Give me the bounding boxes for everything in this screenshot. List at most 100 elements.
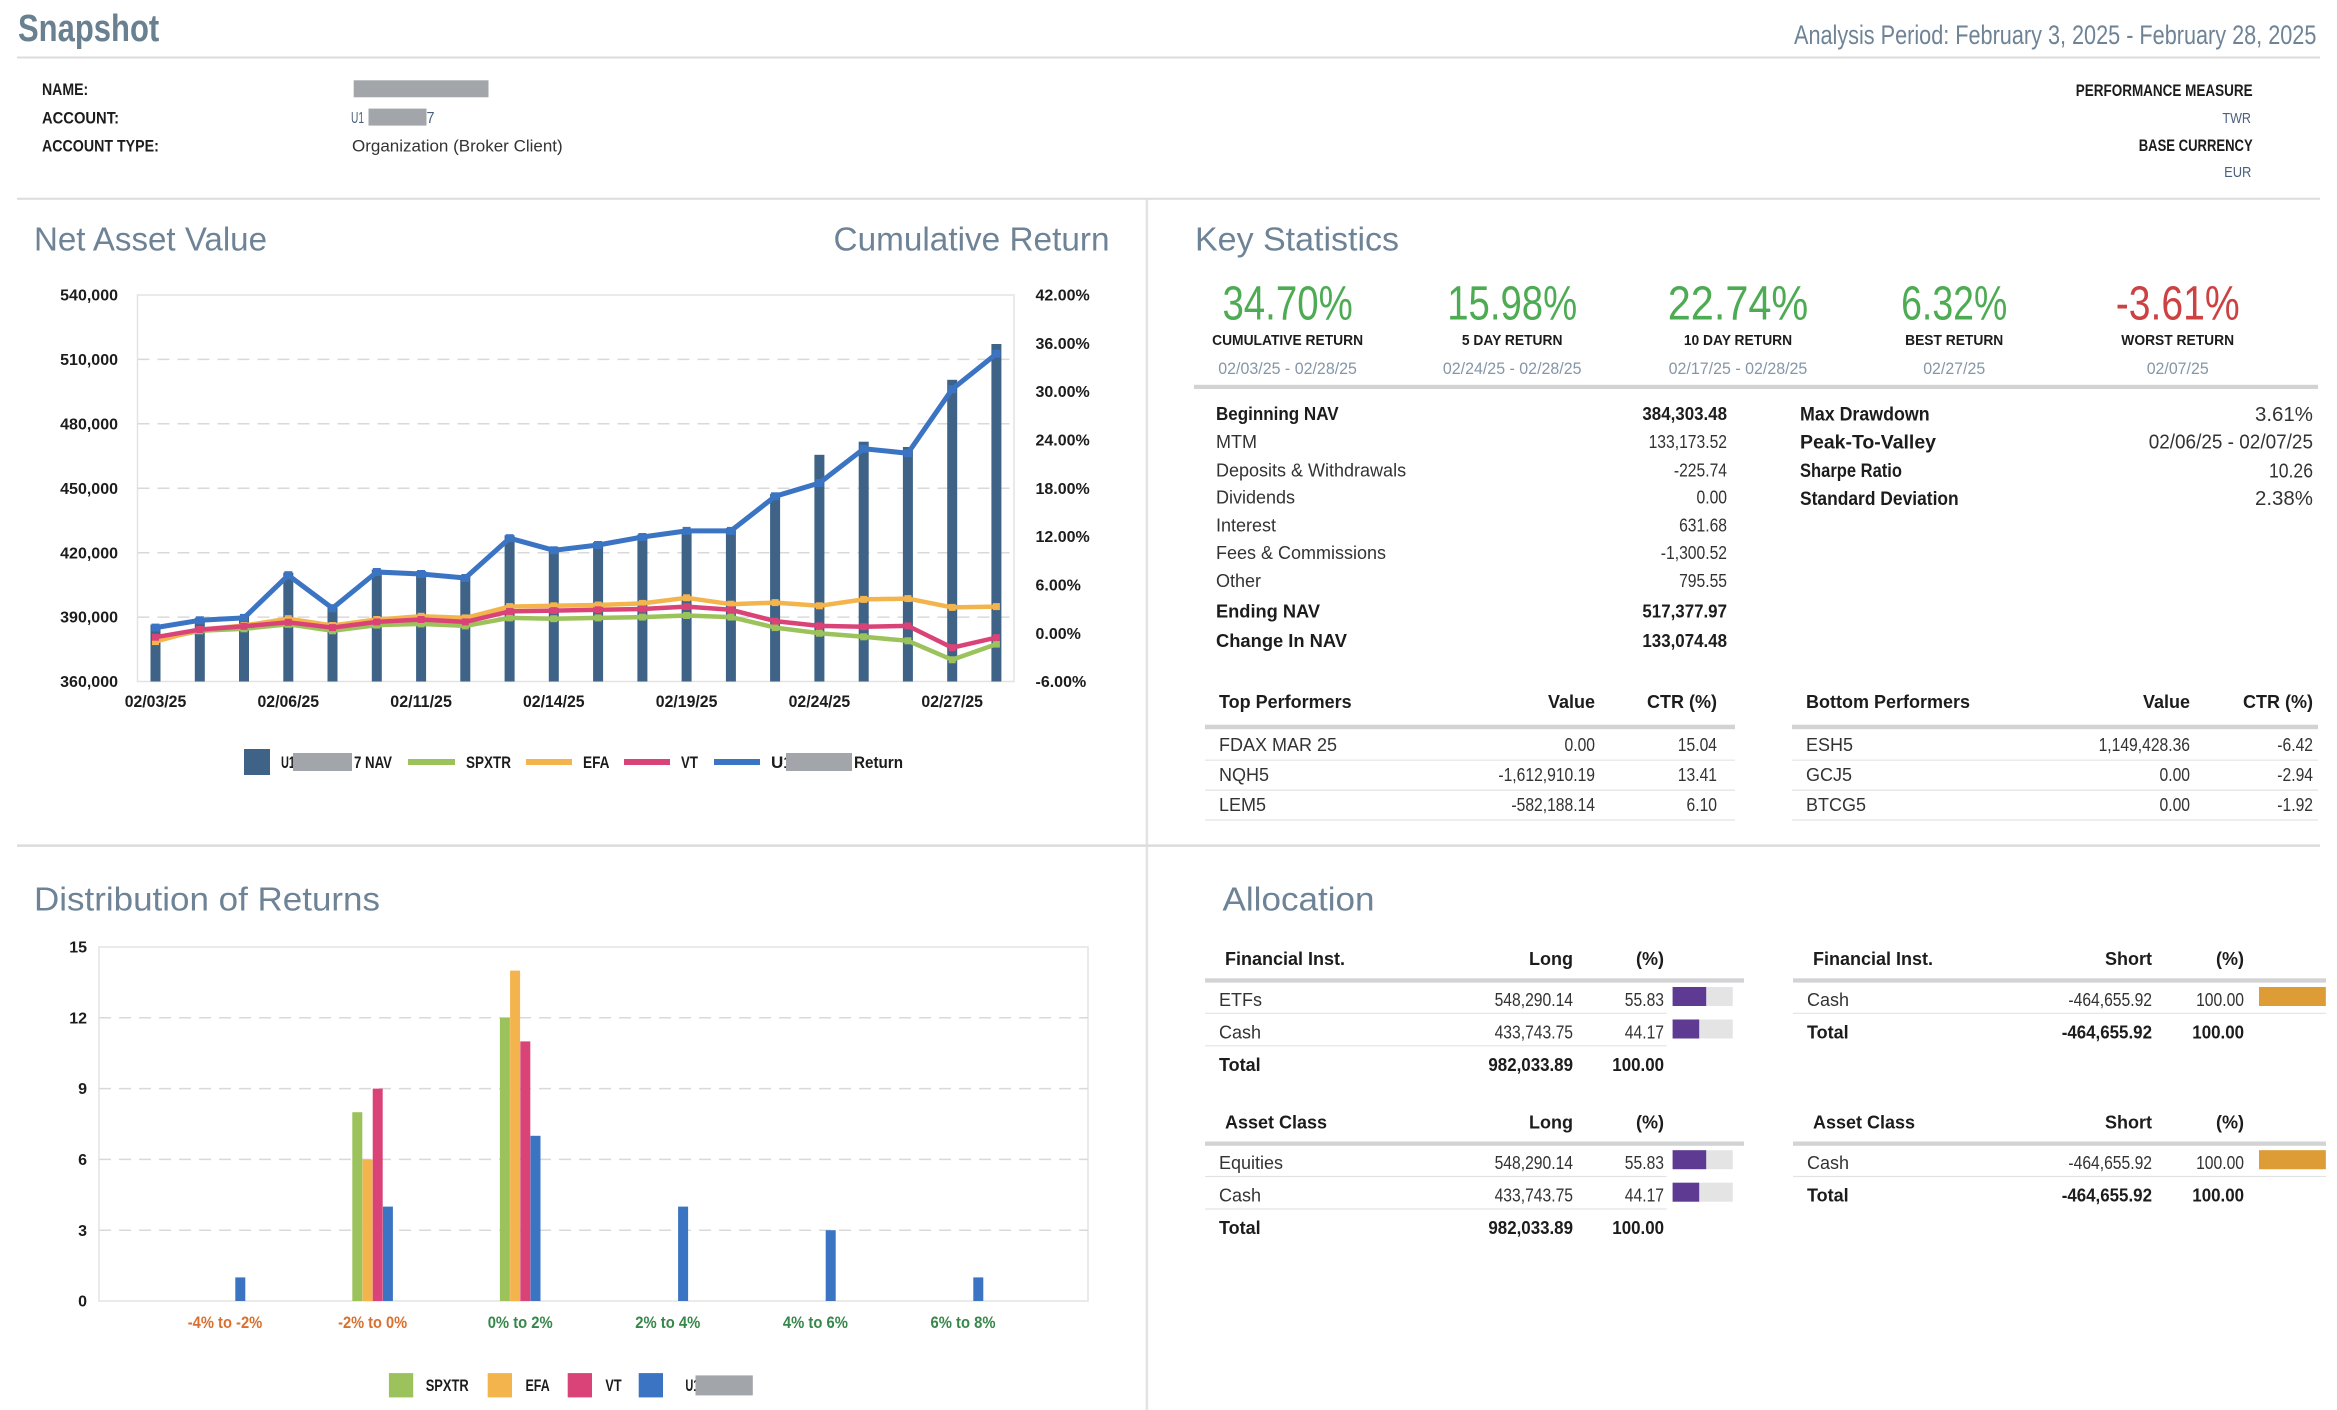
svg-text:Long: Long: [1529, 949, 1573, 969]
svg-text:15: 15: [69, 940, 87, 957]
svg-text:02/06/25 - 02/07/25: 02/06/25 - 02/07/25: [2149, 432, 2313, 454]
svg-text:982,033.89: 982,033.89: [1488, 1055, 1573, 1075]
svg-text:12.00%: 12.00%: [1036, 529, 1090, 546]
svg-text:Other: Other: [1216, 571, 1261, 591]
svg-text:(%): (%): [1636, 1112, 1664, 1132]
svg-text:4% to 6%: 4% to 6%: [783, 1313, 848, 1332]
svg-text:-225.74: -225.74: [1674, 461, 1727, 481]
svg-text:100.00: 100.00: [2196, 990, 2244, 1010]
svg-text:02/07/25: 02/07/25: [2147, 359, 2209, 378]
svg-text:ACCOUNT:: ACCOUNT:: [42, 109, 119, 128]
svg-text:-2.94: -2.94: [2277, 765, 2313, 785]
svg-text:Asset Class: Asset Class: [1813, 1112, 1915, 1132]
svg-text:100.00: 100.00: [1612, 1055, 1664, 1075]
svg-text:U1: U1: [281, 753, 295, 772]
svg-text:30.00%: 30.00%: [1036, 384, 1090, 401]
svg-text:Organization (Broker Client): Organization (Broker Client): [352, 137, 563, 156]
svg-text:795.55: 795.55: [1679, 571, 1727, 591]
svg-text:Bottom Performers: Bottom Performers: [1806, 692, 1970, 712]
svg-text:6% to 8%: 6% to 8%: [931, 1313, 996, 1332]
svg-text:548,290.14: 548,290.14: [1495, 1153, 1573, 1173]
svg-text:42.00%: 42.00%: [1036, 288, 1090, 305]
svg-text:Fees & Commissions: Fees & Commissions: [1216, 543, 1386, 563]
svg-text:0.00: 0.00: [2160, 795, 2191, 815]
svg-text:0: 0: [78, 1294, 87, 1311]
svg-text:100.00: 100.00: [2196, 1153, 2244, 1173]
svg-text:Snapshot: Snapshot: [18, 8, 159, 50]
svg-text:Cash: Cash: [1219, 1186, 1261, 1206]
svg-text:24.00%: 24.00%: [1036, 433, 1090, 450]
svg-text:NQH5: NQH5: [1219, 765, 1269, 785]
svg-text:Peak-To-Valley: Peak-To-Valley: [1800, 432, 1936, 453]
svg-text:Interest: Interest: [1216, 516, 1276, 536]
svg-text:-6.00%: -6.00%: [1036, 674, 1087, 691]
svg-text:44.17: 44.17: [1625, 1186, 1664, 1206]
svg-text:MTM: MTM: [1216, 432, 1257, 452]
svg-text:Equities: Equities: [1219, 1153, 1283, 1173]
svg-text:Value: Value: [2143, 692, 2190, 712]
svg-text:34.70%: 34.70%: [1222, 277, 1352, 330]
svg-text:12: 12: [69, 1010, 87, 1027]
svg-text:Return: Return: [854, 753, 903, 772]
svg-text:0.00: 0.00: [1565, 735, 1596, 755]
svg-text:1,149,428.36: 1,149,428.36: [2099, 735, 2190, 755]
svg-text:-1,612,910.19: -1,612,910.19: [1498, 765, 1595, 785]
svg-text:ACCOUNT TYPE:: ACCOUNT TYPE:: [42, 137, 159, 156]
svg-text:-464,655.92: -464,655.92: [2062, 1022, 2152, 1042]
svg-text:-3.61%: -3.61%: [2116, 277, 2240, 330]
svg-text:GCJ5: GCJ5: [1806, 765, 1852, 785]
svg-text:LEM5: LEM5: [1219, 795, 1266, 815]
svg-text:Key Statistics: Key Statistics: [1195, 220, 1399, 257]
svg-text:390,000: 390,000: [60, 610, 118, 627]
svg-text:22.74%: 22.74%: [1668, 277, 1809, 330]
svg-text:Cash: Cash: [1807, 1153, 1849, 1173]
svg-text:Distribution of Returns: Distribution of Returns: [34, 881, 380, 918]
svg-text:02/19/25: 02/19/25: [656, 692, 718, 711]
svg-text:Deposits & Withdrawals: Deposits & Withdrawals: [1216, 461, 1406, 481]
svg-text:FDAX MAR 25: FDAX MAR 25: [1219, 735, 1337, 755]
svg-text:100.00: 100.00: [1612, 1218, 1664, 1238]
svg-text:Total: Total: [1219, 1218, 1261, 1238]
svg-text:631.68: 631.68: [1679, 516, 1727, 536]
svg-text:Change In NAV: Change In NAV: [1216, 631, 1347, 651]
svg-text:6.10: 6.10: [1687, 795, 1718, 815]
svg-text:TWR: TWR: [2222, 111, 2251, 127]
svg-text:9: 9: [78, 1081, 87, 1098]
svg-text:Total: Total: [1807, 1022, 1849, 1042]
svg-text:5 DAY RETURN: 5 DAY RETURN: [1462, 333, 1563, 349]
svg-text:420,000: 420,000: [60, 545, 118, 562]
svg-text:Long: Long: [1529, 1112, 1573, 1132]
svg-text:ETFs: ETFs: [1219, 990, 1262, 1010]
svg-text:Value: Value: [1548, 692, 1595, 712]
svg-text:Total: Total: [1219, 1055, 1261, 1075]
svg-text:VT: VT: [681, 753, 698, 772]
svg-text:433,743.75: 433,743.75: [1495, 1022, 1573, 1042]
svg-text:Sharpe Ratio: Sharpe Ratio: [1800, 461, 1902, 482]
svg-text:Dividends: Dividends: [1216, 488, 1295, 508]
svg-text:0.00%: 0.00%: [1036, 626, 1081, 643]
svg-text:13.41: 13.41: [1678, 765, 1717, 785]
svg-text:PERFORMANCE MEASURE: PERFORMANCE MEASURE: [2076, 81, 2253, 100]
svg-text:15.04: 15.04: [1678, 735, 1717, 755]
svg-text:Top Performers: Top Performers: [1219, 692, 1352, 712]
svg-text:(%): (%): [2216, 1112, 2244, 1132]
svg-text:36.00%: 36.00%: [1036, 336, 1090, 353]
svg-text:NAME:: NAME:: [42, 80, 88, 99]
svg-text:0.00: 0.00: [1697, 488, 1728, 508]
svg-text:Ending NAV: Ending NAV: [1216, 602, 1320, 622]
svg-text:VT: VT: [605, 1376, 622, 1395]
svg-text:BEST RETURN: BEST RETURN: [1905, 333, 2003, 349]
svg-text:02/11/25: 02/11/25: [390, 692, 452, 711]
svg-text:0.00: 0.00: [2160, 765, 2191, 785]
svg-text:6.00%: 6.00%: [1036, 578, 1081, 595]
svg-text:Financial Inst.: Financial Inst.: [1813, 949, 1933, 969]
svg-text:7: 7: [427, 110, 435, 127]
svg-text:55.83: 55.83: [1625, 990, 1664, 1010]
svg-text:U1: U1: [351, 110, 364, 127]
svg-text:Standard Deviation: Standard Deviation: [1800, 489, 1959, 510]
svg-text:02/14/25: 02/14/25: [523, 692, 585, 711]
svg-text:CTR (%): CTR (%): [1647, 692, 1717, 712]
svg-text:Cash: Cash: [1219, 1022, 1261, 1042]
svg-text:EUR: EUR: [2224, 165, 2251, 181]
svg-text:(%): (%): [2216, 949, 2244, 969]
